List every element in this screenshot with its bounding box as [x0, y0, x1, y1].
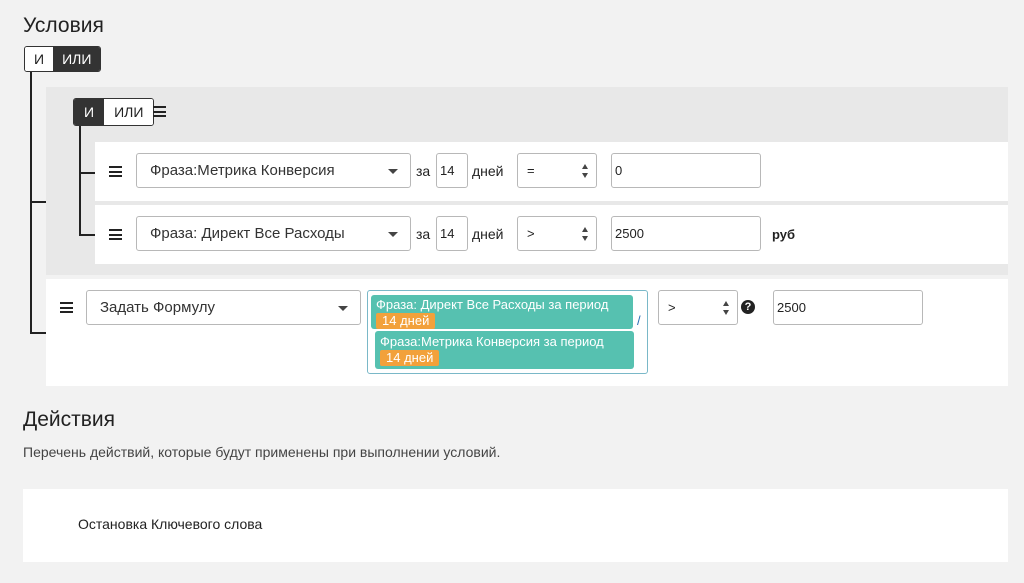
chip-text: Фраза:Метрика Конверсия за период [380, 334, 604, 349]
value-input-value: 2500 [777, 300, 806, 315]
operator-select-value: > [527, 226, 535, 241]
value-input[interactable]: 0 [611, 153, 761, 188]
group-and-button[interactable]: И [74, 99, 105, 125]
days-label: дней [472, 226, 504, 242]
metric-select-value: Фраза:Метрика Конверсия [150, 162, 335, 179]
chevron-down-icon [338, 306, 348, 311]
row-drag-icon[interactable] [109, 166, 122, 177]
tree-line-group-to-row1 [79, 172, 95, 174]
root-and-button[interactable]: И [25, 47, 54, 71]
value-input[interactable]: 2500 [773, 290, 923, 325]
select-arrows-icon [723, 301, 730, 315]
days-input[interactable]: 14 [436, 153, 468, 188]
period-badge: 14 дней [376, 313, 436, 329]
formula-type-value: Задать Формулу [100, 299, 216, 316]
formula-divider: / [637, 313, 641, 328]
metric-select[interactable]: Фраза:Метрика Конверсия [136, 153, 411, 188]
root-logic-toggle: И ИЛИ [24, 46, 102, 72]
period-badge: 14 дней [380, 350, 440, 366]
formula-denominator-chip[interactable]: Фраза:Метрика Конверсия за период 14 дне… [375, 331, 634, 369]
conditions-title: Условия [23, 14, 104, 37]
metric-select-value: Фраза: Директ Все Расходы [150, 225, 345, 242]
formula-type-select[interactable]: Задать Формулу [86, 290, 361, 325]
days-input[interactable]: 14 [436, 216, 468, 251]
tree-line-root-to-formula [30, 332, 47, 334]
root-or-button[interactable]: ИЛИ [53, 47, 101, 71]
row-drag-icon[interactable] [60, 302, 73, 313]
for-label: за [416, 163, 431, 179]
for-label: за [416, 226, 431, 242]
actions-description: Перечень действий, которые будут примене… [23, 444, 501, 460]
value-input[interactable]: 2500 [611, 216, 761, 251]
select-arrows-icon [582, 164, 589, 178]
question-circle-icon[interactable]: ? [741, 300, 755, 314]
tree-line-group-to-row2 [79, 234, 95, 236]
action-item[interactable]: Остановка Ключевого слова [78, 516, 262, 532]
chip-text: Фраза: Директ Все Расходы за период [376, 297, 609, 312]
row-drag-icon[interactable] [109, 229, 122, 240]
unit-label: руб [772, 227, 796, 242]
group-or-button[interactable]: ИЛИ [104, 99, 154, 125]
chevron-down-icon [388, 232, 398, 237]
select-arrows-icon [582, 227, 589, 241]
days-input-value: 14 [440, 163, 455, 178]
operator-select[interactable]: > [517, 216, 597, 251]
days-input-value: 14 [440, 226, 455, 241]
actions-title: Действия [23, 408, 116, 431]
group-menu-icon[interactable] [153, 106, 166, 117]
metric-select[interactable]: Фраза: Директ Все Расходы [136, 216, 411, 251]
formula-numerator-chip[interactable]: Фраза: Директ Все Расходы за период 14 д… [371, 295, 633, 329]
operator-select-value: = [527, 163, 535, 178]
tree-line-root-to-group [30, 201, 47, 203]
tree-line-group-vertical [79, 126, 81, 236]
group-logic-toggle: И ИЛИ [73, 98, 155, 126]
operator-select[interactable]: = [517, 153, 597, 188]
value-input-value: 0 [615, 163, 623, 178]
chevron-down-icon [388, 169, 398, 174]
days-label: дней [472, 163, 504, 179]
tree-line-root-vertical [30, 72, 32, 334]
value-input-value: 2500 [615, 226, 644, 241]
operator-select[interactable]: > [658, 290, 738, 325]
operator-select-value: > [668, 300, 676, 315]
